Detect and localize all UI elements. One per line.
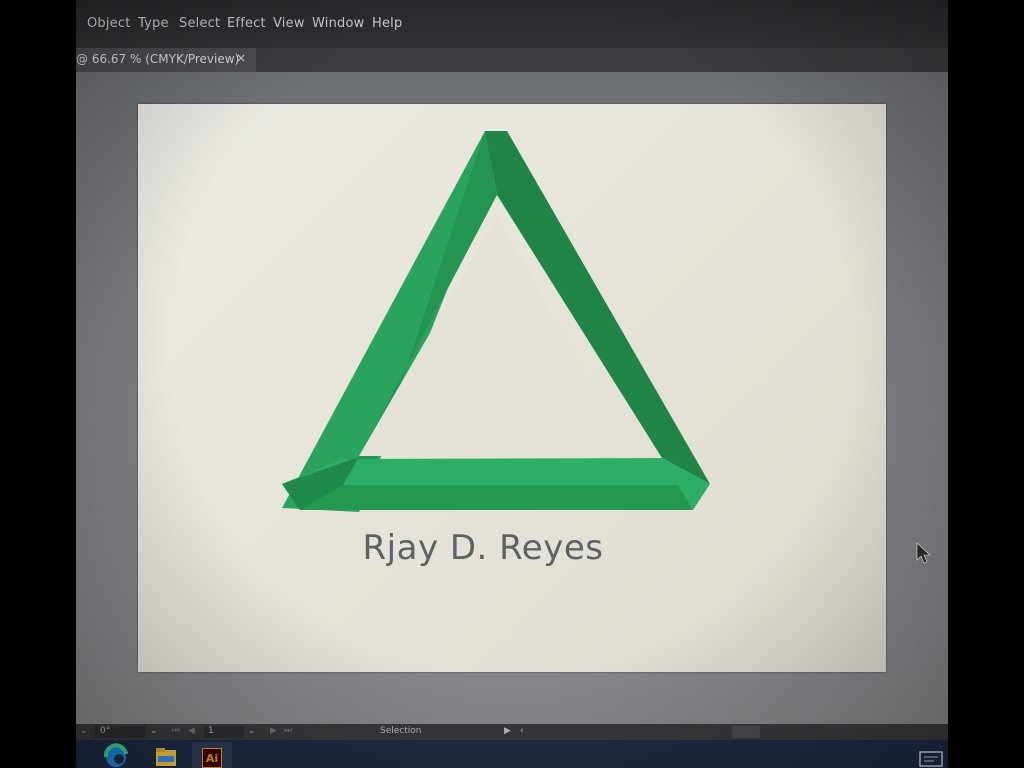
artboard-number: 1 xyxy=(208,726,214,736)
document-tab-title: @ 66.67 % (CMYK/Preview) xyxy=(76,52,240,66)
previous-artboard-icon[interactable]: ◀ xyxy=(188,726,195,736)
menu-help[interactable]: Help xyxy=(372,16,402,31)
illustrator-taskbar-button[interactable]: Ai xyxy=(192,742,232,768)
menu-object[interactable]: Object xyxy=(87,16,131,31)
edge-icon[interactable] xyxy=(96,742,136,768)
last-artboard-icon[interactable]: ⏭ xyxy=(284,726,292,736)
artboard[interactable]: Rjay D. Reyes xyxy=(138,104,886,672)
chevron-down-icon[interactable]: ⌄ xyxy=(80,726,88,736)
status-menu-icon[interactable]: ▶ xyxy=(504,726,511,736)
close-icon[interactable]: × xyxy=(236,51,246,65)
document-tab-bar: @ 66.67 % (CMYK/Preview) × xyxy=(76,48,948,72)
current-tool-label: Selection xyxy=(380,726,422,736)
document-tab[interactable]: @ 66.67 % (CMYK/Preview) × xyxy=(76,48,256,72)
impossible-triangle-artwork[interactable] xyxy=(138,104,886,672)
horizontal-scrollbar-thumb[interactable] xyxy=(732,726,760,738)
rotation-dropdown-icon[interactable]: ⌄ xyxy=(150,726,158,736)
menu-view[interactable]: View xyxy=(273,16,305,31)
menu-type[interactable]: Type xyxy=(138,16,169,31)
status-bar: ⌄ 0° ⌄ ⏮ ◀ 1 ⌄ ▶ ⏭ Selection ▶ ‹ xyxy=(76,724,948,740)
illustrator-icon: Ai xyxy=(202,748,222,768)
menu-effect[interactable]: Effect xyxy=(227,16,266,31)
next-artboard-icon[interactable]: ▶ xyxy=(270,726,277,736)
triangle-bottom-bar-shadow xyxy=(300,485,693,510)
monitor-screen: Object Type Select Effect View Window He… xyxy=(76,0,948,768)
first-artboard-icon[interactable]: ⏮ xyxy=(172,726,180,736)
notification-icon[interactable] xyxy=(912,742,948,768)
menu-window[interactable]: Window xyxy=(312,16,364,31)
artboard-dropdown-icon[interactable]: ⌄ xyxy=(248,726,256,736)
windows-taskbar: Ai xyxy=(76,740,948,768)
rotation-value: 0° xyxy=(100,726,111,736)
file-explorer-icon[interactable] xyxy=(146,742,186,768)
signature-text: Rjay D. Reyes xyxy=(362,528,604,568)
scroll-left-icon[interactable]: ‹ xyxy=(520,726,524,736)
mouse-cursor-icon xyxy=(916,542,931,564)
pasteboard[interactable]: Rjay D. Reyes xyxy=(76,72,948,724)
menu-bar: Object Type Select Effect View Window He… xyxy=(76,0,948,48)
menu-select[interactable]: Select xyxy=(179,16,220,31)
